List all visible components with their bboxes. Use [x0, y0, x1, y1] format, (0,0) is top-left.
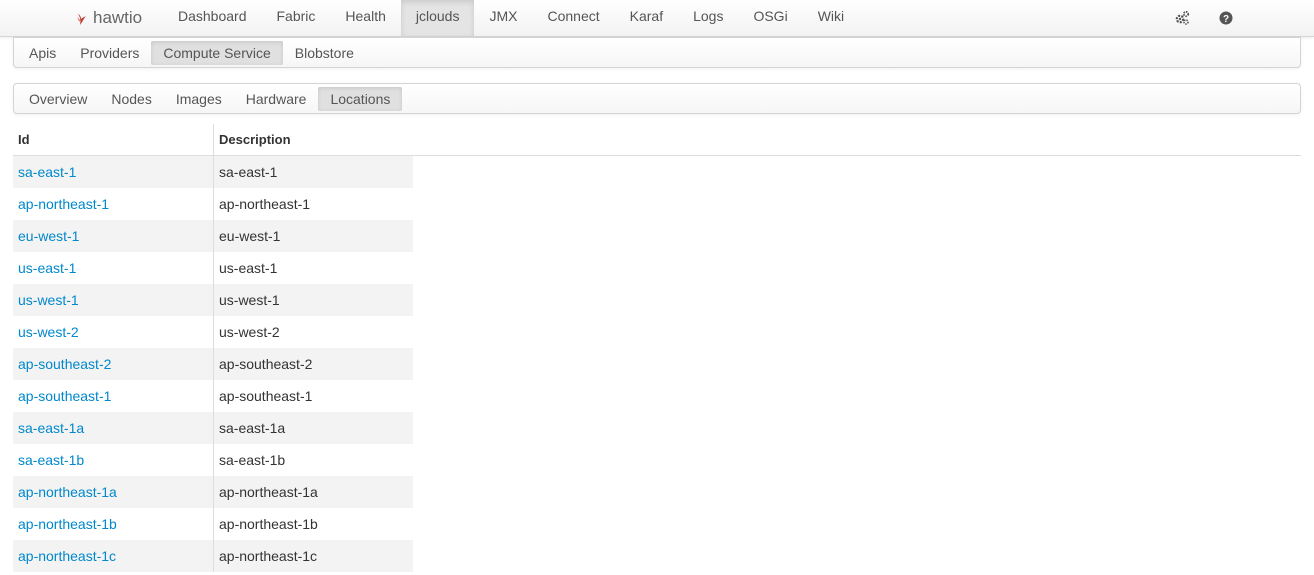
location-description-cell: us-west-1 — [214, 284, 413, 316]
location-description-cell: ap-northeast-1 — [219, 196, 311, 212]
column-header-id[interactable]: Id — [13, 124, 214, 155]
subnav-item-blobstore[interactable]: Blobstore — [283, 41, 366, 65]
compute-service-tabs: Overview Nodes Images Hardware Locations — [13, 83, 1301, 114]
location-description-cell: us-west-2 — [219, 324, 280, 340]
location-description-cell: ap-northeast-1a — [214, 476, 413, 508]
location-id-link[interactable]: ap-northeast-1 — [18, 196, 109, 212]
table-body: sa-east-1 sa-east-1 ap-northeast-1 ap-north… — [13, 156, 1301, 572]
brand-name: hawtio — [93, 8, 143, 27]
top-navbar: hawtio Dashboard Fabric Health jclouds JMX Co… — [0, 0, 1314, 37]
locations-table: Id Description sa-east-1 sa-east-1 ap-nort… — [13, 124, 1301, 572]
gears-icon[interactable] — [1174, 10, 1190, 26]
hawtio-logo-icon — [77, 14, 86, 25]
location-description-cell: sa-east-1b — [219, 452, 286, 468]
nav-item-osgi[interactable]: OSGi — [738, 0, 802, 36]
nav-item-health[interactable]: Health — [330, 0, 400, 36]
nav-item-jmx[interactable]: JMX — [474, 0, 532, 36]
location-id-cell: us-west-2 — [13, 316, 214, 348]
location-id-link[interactable]: us-west-1 — [18, 292, 79, 308]
table-row: ap-northeast-1b ap-northeast-1b — [13, 508, 1301, 540]
location-id-link[interactable]: us-east-1 — [18, 260, 76, 276]
location-id-link[interactable]: eu-west-1 — [18, 228, 79, 244]
table-row: ap-southeast-2 ap-southeast-2 — [13, 348, 1301, 380]
location-id-cell: sa-east-1 — [13, 156, 214, 188]
nav-right: ? — [1174, 0, 1234, 36]
location-id-link[interactable]: sa-east-1a — [18, 420, 84, 436]
table-row: sa-east-1 sa-east-1 — [13, 156, 1301, 188]
table-header: Id Description — [13, 124, 1301, 156]
table-row: ap-northeast-1c ap-northeast-1c — [13, 540, 1301, 572]
location-id-link[interactable]: sa-east-1b — [18, 452, 84, 468]
location-id-cell: ap-northeast-1 — [13, 188, 214, 220]
location-id-cell: sa-east-1a — [13, 412, 214, 444]
nav-item-logs[interactable]: Logs — [678, 0, 738, 36]
location-id-cell: ap-northeast-1c — [13, 540, 214, 572]
location-id-cell: eu-west-1 — [13, 220, 214, 252]
location-id-link[interactable]: sa-east-1 — [18, 164, 76, 180]
svg-text:?: ? — [1223, 14, 1229, 25]
location-id-link[interactable]: ap-southeast-1 — [18, 388, 111, 404]
subnav-item-apis[interactable]: Apis — [17, 41, 68, 65]
table-row: ap-southeast-1 ap-southeast-1 — [13, 380, 1301, 412]
nav-item-jclouds[interactable]: jclouds — [400, 0, 475, 36]
table-row: sa-east-1a sa-east-1a — [13, 412, 1301, 444]
location-id-cell: sa-east-1b — [13, 444, 214, 476]
location-description-cell: eu-west-1 — [214, 220, 413, 252]
location-description-cell: us-east-1 — [219, 260, 278, 276]
location-id-cell: us-east-1 — [13, 252, 214, 284]
nav-item-connect[interactable]: Connect — [532, 0, 614, 36]
nav-item-karaf[interactable]: Karaf — [615, 0, 678, 36]
tab-images[interactable]: Images — [164, 87, 234, 111]
tab-nodes[interactable]: Nodes — [99, 87, 163, 111]
location-description-cell: ap-southeast-2 — [214, 348, 413, 380]
location-id-link[interactable]: ap-northeast-1c — [18, 548, 116, 564]
table-row: ap-northeast-1a ap-northeast-1a — [13, 476, 1301, 508]
location-description-cell: ap-northeast-1c — [214, 540, 413, 572]
subnav-item-providers[interactable]: Providers — [68, 41, 151, 65]
location-description-cell: sa-east-1a — [214, 412, 413, 444]
nav-item-wiki[interactable]: Wiki — [803, 0, 859, 36]
main-nav: Dashboard Fabric Health jclouds JMX Connect Ka… — [163, 0, 859, 36]
location-id-link[interactable]: ap-northeast-1b — [18, 516, 117, 532]
location-description-cell: sa-east-1 — [214, 156, 413, 188]
location-id-link[interactable]: us-west-2 — [18, 324, 79, 340]
table-row: ap-northeast-1 ap-northeast-1 — [13, 188, 1301, 220]
location-id-cell: ap-northeast-1a — [13, 476, 214, 508]
column-header-description[interactable]: Description — [214, 124, 291, 155]
location-description-cell: ap-southeast-1 — [219, 388, 313, 404]
table-row: us-west-2 us-west-2 — [13, 316, 1301, 348]
location-id-link[interactable]: ap-southeast-2 — [18, 356, 111, 372]
location-id-link[interactable]: ap-northeast-1a — [18, 484, 117, 500]
subnav-item-compute-service[interactable]: Compute Service — [151, 40, 283, 65]
location-id-cell: us-west-1 — [13, 284, 214, 316]
help-icon[interactable]: ? — [1218, 10, 1234, 26]
table-row: eu-west-1 eu-west-1 — [13, 220, 1301, 252]
location-description-cell: ap-northeast-1b — [219, 516, 318, 532]
table-row: us-west-1 us-west-1 — [13, 284, 1301, 316]
location-id-cell: ap-northeast-1b — [13, 508, 214, 540]
brand[interactable]: hawtio — [74, 0, 142, 36]
jclouds-subnav: Apis Providers Compute Service Blobstore — [13, 37, 1301, 68]
table-row: sa-east-1b sa-east-1b — [13, 444, 1301, 476]
tab-overview[interactable]: Overview — [17, 87, 99, 111]
tab-locations[interactable]: Locations — [318, 86, 403, 111]
nav-item-dashboard[interactable]: Dashboard — [163, 0, 262, 36]
table-row: us-east-1 us-east-1 — [13, 252, 1301, 284]
location-id-cell: ap-southeast-2 — [13, 348, 214, 380]
tab-hardware[interactable]: Hardware — [234, 87, 319, 111]
location-id-cell: ap-southeast-1 — [13, 380, 214, 412]
nav-item-fabric[interactable]: Fabric — [262, 0, 331, 36]
